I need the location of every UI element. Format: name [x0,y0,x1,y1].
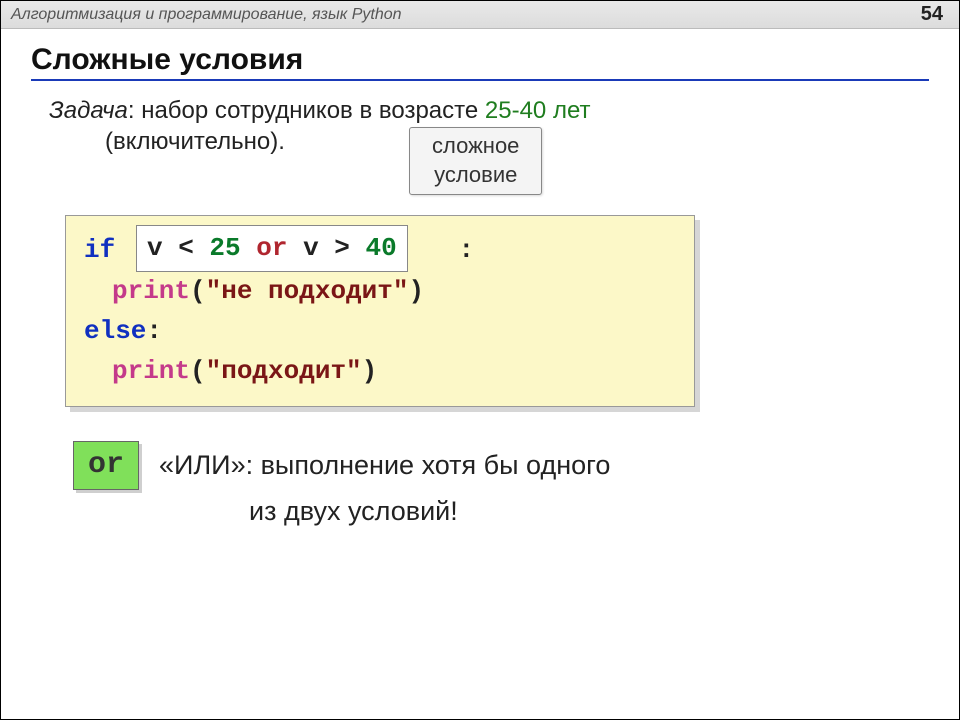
slide: Алгоритмизация и программирование, язык … [0,0,960,720]
header-bar: Алгоритмизация и программирование, язык … [1,1,959,29]
fn-print-1: print [112,276,190,306]
paren-open-2: ( [190,356,206,386]
body: Задача: набор сотрудников в возрасте 25-… [1,85,959,529]
kw-if: if [84,235,115,265]
title-zone: Сложные условия [1,29,959,85]
colon-2: : [146,316,162,346]
condition-box: v < 25 or v > 40 [136,225,408,271]
code-row-2: print("не подходит") [84,271,676,311]
paren-close-1: ) [408,276,424,306]
or-text-2: из двух условий! [249,494,929,529]
paren-close-2: ) [362,356,378,386]
str-ne: "не подходит" [206,276,409,306]
or-badge: or [73,441,139,490]
code-box: v < 25 or v > 40 if : print("не подходит… [65,215,695,406]
code-row-4: print("подходит") [84,351,676,391]
code-row-3: else: [84,311,676,351]
callout-wrap: сложное условие [49,157,929,215]
cond-or: or [241,233,303,263]
or-text-1: «ИЛИ»: выполнение хотя бы одного [159,448,610,483]
cond-40: 40 [365,233,396,263]
fn-print-2: print [112,356,190,386]
callout-line-2: условие [432,161,519,190]
colon-1: : [458,235,474,265]
paren-open-1: ( [190,276,206,306]
task-line-1: Задача: набор сотрудников в возрасте 25-… [49,95,929,126]
callout-box: сложное условие [409,127,542,194]
kw-else: else [84,316,146,346]
callout-line-1: сложное [432,132,519,161]
cond-v1: v < [147,233,209,263]
or-row: or «ИЛИ»: выполнение хотя бы одного [73,441,929,490]
str-ok: "подходит" [206,356,362,386]
task-range: 25-40 лет [485,97,591,124]
page-title: Сложные условия [31,43,929,81]
task-label: Задача [49,97,128,124]
cond-v2: v > [303,233,365,263]
breadcrumb: Алгоритмизация и программирование, язык … [11,6,402,24]
cond-25: 25 [209,233,240,263]
page-number: 54 [921,3,949,26]
task-text: : набор сотрудников в возрасте [128,97,485,124]
